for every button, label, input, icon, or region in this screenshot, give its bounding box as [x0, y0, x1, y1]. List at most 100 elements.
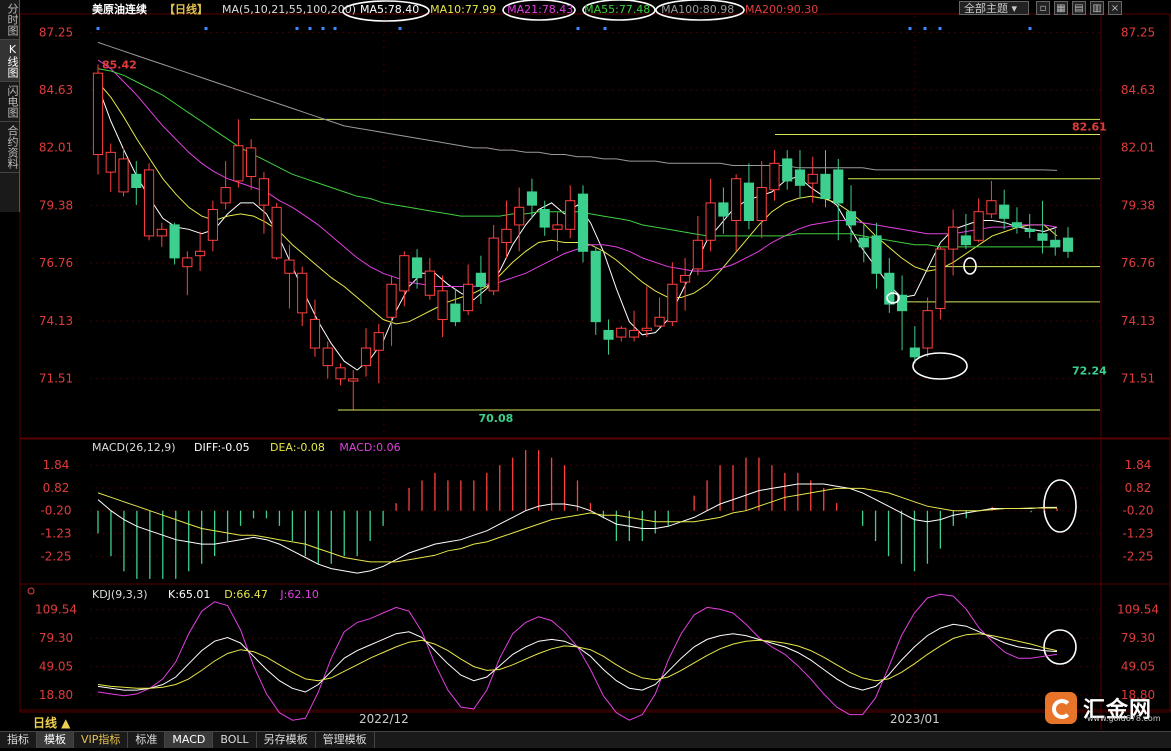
candle-down	[411, 257, 423, 279]
tab-manage-templates[interactable]: 管理模板	[316, 732, 375, 748]
candle-up	[935, 248, 946, 309]
tab-vip-indicators[interactable]: VIP指标	[74, 732, 129, 748]
close-icon[interactable]: ×	[1108, 1, 1122, 15]
candle-up	[271, 206, 282, 259]
candle-down	[820, 173, 831, 200]
candle-up	[156, 228, 167, 237]
side-tab-contract[interactable]: 合约资料	[0, 122, 19, 173]
candle-up	[756, 187, 767, 222]
tab-standard[interactable]: 标准	[128, 732, 166, 748]
kdj-tick-left: 79.30	[39, 631, 73, 645]
side-tab-intraday[interactable]: 分时图	[0, 0, 19, 40]
candle-up	[284, 259, 295, 274]
chart-icon[interactable]: ▤	[1072, 1, 1086, 15]
macd-legend-item: MACD:0.06	[339, 441, 400, 454]
chevron-down-icon: ▾	[1011, 2, 1018, 15]
ma-legend-prefix: MA(5,10,21,55,100,200)	[222, 3, 356, 16]
macd-tick-right: -2.25	[1122, 549, 1153, 563]
tab-save-template[interactable]: 另存模板	[257, 732, 316, 748]
period-selector[interactable]: 日线 ▲	[33, 714, 70, 731]
event-marker	[321, 27, 325, 30]
price-annotation: 85.42	[102, 59, 137, 72]
candle-up	[322, 347, 333, 367]
candle-up	[373, 332, 384, 351]
candle-up	[207, 209, 218, 241]
candle-up	[297, 272, 308, 314]
chart-canvas[interactable]: 87.25 87.25 84.63 84.63 82.01 82.01 79.38 79.38…	[0, 0, 1171, 747]
bottom-tabs: 指标 模板 VIP指标 标准 MACD BOLL 另存模板 管理模板	[0, 731, 1171, 748]
kdj-legend-item: J:62.10	[279, 588, 318, 601]
kdj-legend-item: D:66.47	[224, 588, 268, 601]
price-tick-right: 71.51	[1121, 372, 1155, 386]
candle-up	[424, 270, 435, 296]
candle-up	[641, 327, 652, 331]
candle-up	[348, 378, 359, 382]
candle-up	[692, 239, 703, 270]
candle-down	[450, 303, 461, 323]
candle-up	[360, 347, 372, 367]
ma-legend-item: MA21:78.43	[507, 3, 573, 16]
side-tab-flash[interactable]: 闪电图	[0, 82, 19, 122]
candle-up	[807, 173, 818, 184]
kdj-tick-right: 79.30	[1121, 631, 1155, 645]
macd-tick-right: -1.23	[1122, 527, 1153, 541]
candle-down	[603, 329, 614, 340]
macd-tick-right: 1.84	[1125, 458, 1152, 472]
tab-indicators[interactable]: 指标	[0, 732, 37, 748]
candle-down	[794, 169, 806, 186]
tab-templates[interactable]: 模板	[37, 732, 74, 748]
candle-up	[680, 274, 691, 283]
period-name: 【日线】	[164, 2, 208, 16]
candle-down	[526, 191, 538, 206]
kdj-tick-right: 109.54	[1117, 603, 1159, 617]
logo-icon	[1045, 692, 1077, 724]
chart-stage[interactable]: 87.25 87.25 84.63 84.63 82.01 82.01 79.38 79.38…	[0, 0, 1171, 748]
event-marker	[295, 27, 299, 30]
candle-up	[463, 283, 474, 312]
tab-boll[interactable]: BOLL	[213, 732, 257, 748]
side-tab-kline[interactable]: K线图	[0, 40, 19, 82]
grid-icon[interactable]: ▦	[1054, 1, 1068, 15]
kdj-legend-item: K:65.01	[168, 588, 210, 601]
candle-up	[182, 257, 193, 268]
price-tick-right: 84.63	[1121, 83, 1155, 97]
logo-url: www.gold678.com	[1087, 714, 1161, 723]
candle-up	[246, 147, 257, 178]
event-marker	[308, 27, 312, 30]
price-annotation: 72.24	[1072, 365, 1107, 378]
candle-down	[577, 193, 589, 252]
theme-dropdown[interactable]: 全部主题 ▾	[959, 1, 1029, 15]
candle-up	[922, 310, 933, 349]
price-tick-left: 76.76	[39, 256, 73, 270]
macd-tick-right: -0.20	[1122, 504, 1153, 518]
candle-up	[552, 224, 563, 230]
macd-tick-left: -1.23	[40, 527, 71, 541]
candle-down	[960, 235, 971, 246]
candle-down	[909, 347, 920, 358]
macd-tick-left: 0.82	[43, 481, 70, 495]
candle-down	[999, 204, 1010, 219]
candle-down	[718, 202, 729, 217]
candle-up	[118, 158, 129, 193]
price-tick-right: 74.13	[1121, 314, 1155, 328]
tile-icon[interactable]: ▥	[1090, 1, 1104, 15]
restore-icon[interactable]: ▫	[1036, 1, 1050, 15]
time-tick-label: 2023/01	[890, 712, 940, 726]
event-marker	[576, 27, 580, 30]
price-tick-right: 79.38	[1121, 199, 1155, 213]
candle-up	[309, 318, 321, 349]
candle-up	[616, 327, 627, 338]
price-annotation: 82.61	[1072, 121, 1107, 134]
candle-up	[143, 169, 155, 237]
macd-legend-item: DEA:-0.08	[270, 441, 325, 454]
candle-up	[705, 202, 716, 241]
candle-up	[565, 200, 576, 230]
event-marker	[1028, 27, 1032, 30]
ma-legend-item: MA100:80.98	[661, 3, 734, 16]
candle-up	[233, 145, 244, 182]
theme-dropdown-label: 全部主题	[964, 2, 1008, 15]
tab-macd[interactable]: MACD	[165, 732, 214, 748]
candle-up	[654, 316, 665, 327]
candle-up	[501, 228, 512, 243]
candle-up	[258, 178, 270, 206]
